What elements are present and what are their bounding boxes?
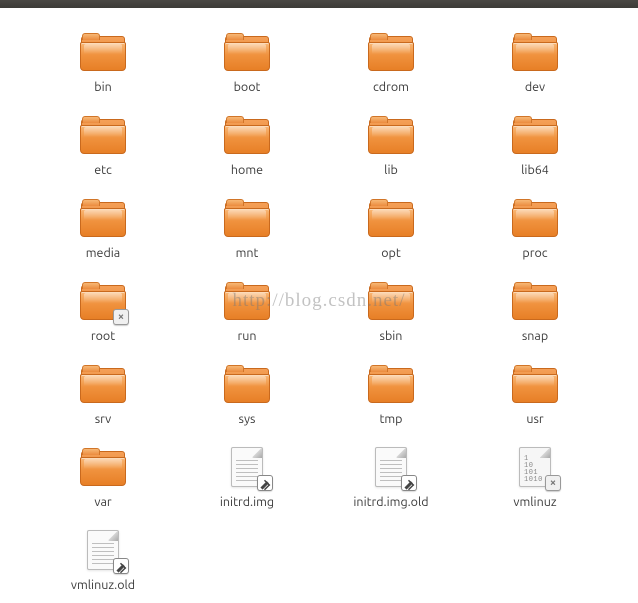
symlink-emblem-icon [257, 475, 273, 491]
no-access-emblem-icon: × [113, 309, 129, 325]
file-label: run [237, 329, 256, 344]
file-item-dev[interactable]: dev [468, 34, 602, 95]
folder-icon [367, 117, 415, 157]
file-label: tmp [379, 412, 402, 427]
folder-icon: × [79, 283, 127, 323]
folder-icon [223, 34, 271, 74]
file-item-proc[interactable]: proc [468, 200, 602, 261]
file-label: vmlinuz [513, 495, 556, 510]
file-label: opt [381, 246, 401, 261]
folder-icon [511, 34, 559, 74]
file-item-tmp[interactable]: tmp [324, 366, 458, 427]
file-label: proc [522, 246, 547, 261]
file-label: home [231, 163, 263, 178]
file-item-root[interactable]: × root [36, 283, 170, 344]
folder-icon [223, 283, 271, 323]
file-item-srv[interactable]: srv [36, 366, 170, 427]
file-label: bin [94, 80, 112, 95]
file-item-initrd-img[interactable]: initrd.img [180, 449, 314, 510]
file-label: initrd.img.old [353, 495, 428, 510]
binary-file-icon: 1 10 101 1010× [511, 449, 559, 489]
file-item-vmlinuz-old[interactable]: vmlinuz.old [36, 532, 170, 593]
file-label: snap [522, 329, 548, 344]
folder-icon [79, 34, 127, 74]
symlink-emblem-icon [113, 558, 129, 574]
file-item-usr[interactable]: usr [468, 366, 602, 427]
file-item-vmlinuz[interactable]: 1 10 101 1010× vmlinuz [468, 449, 602, 510]
file-label: etc [94, 163, 112, 178]
file-item-sbin[interactable]: sbin [324, 283, 458, 344]
file-item-sys[interactable]: sys [180, 366, 314, 427]
folder-icon [511, 283, 559, 323]
file-icon-view: bin boot cdrom dev etc home lib lib64 media mnt op… [0, 8, 638, 603]
file-item-lib64[interactable]: lib64 [468, 117, 602, 178]
file-item-cdrom[interactable]: cdrom [324, 34, 458, 95]
file-item-opt[interactable]: opt [324, 200, 458, 261]
file-item-initrd-img-old[interactable]: initrd.img.old [324, 449, 458, 510]
text-file-icon [223, 449, 271, 489]
folder-icon [223, 117, 271, 157]
folder-icon [79, 200, 127, 240]
window-titlebar [0, 0, 638, 8]
folder-icon [79, 366, 127, 406]
file-label: root [91, 329, 115, 344]
file-item-run[interactable]: run [180, 283, 314, 344]
folder-icon [511, 117, 559, 157]
folder-icon [79, 117, 127, 157]
folder-icon [367, 366, 415, 406]
file-item-snap[interactable]: snap [468, 283, 602, 344]
file-label: usr [526, 412, 543, 427]
folder-icon [511, 366, 559, 406]
file-item-mnt[interactable]: mnt [180, 200, 314, 261]
text-file-icon [367, 449, 415, 489]
file-label: lib64 [521, 163, 549, 178]
file-label: var [94, 495, 111, 510]
file-label: lib [384, 163, 398, 178]
file-label: mnt [236, 246, 259, 261]
file-label: srv [95, 412, 112, 427]
folder-icon [367, 200, 415, 240]
file-label: vmlinuz.old [71, 578, 135, 593]
file-label: dev [525, 80, 545, 95]
file-label: media [86, 246, 120, 261]
file-item-bin[interactable]: bin [36, 34, 170, 95]
file-label: boot [234, 80, 261, 95]
file-item-lib[interactable]: lib [324, 117, 458, 178]
folder-icon [79, 449, 127, 489]
no-access-emblem-icon: × [545, 475, 561, 491]
file-item-media[interactable]: media [36, 200, 170, 261]
file-label: sys [239, 412, 256, 427]
symlink-emblem-icon [401, 475, 417, 491]
file-item-home[interactable]: home [180, 117, 314, 178]
text-file-icon [79, 532, 127, 572]
file-label: initrd.img [220, 495, 274, 510]
folder-icon [223, 366, 271, 406]
file-item-boot[interactable]: boot [180, 34, 314, 95]
folder-icon [223, 200, 271, 240]
folder-icon [367, 34, 415, 74]
file-label: sbin [380, 329, 403, 344]
file-item-var[interactable]: var [36, 449, 170, 510]
folder-icon [367, 283, 415, 323]
file-label: cdrom [373, 80, 409, 95]
folder-icon [511, 200, 559, 240]
file-item-etc[interactable]: etc [36, 117, 170, 178]
